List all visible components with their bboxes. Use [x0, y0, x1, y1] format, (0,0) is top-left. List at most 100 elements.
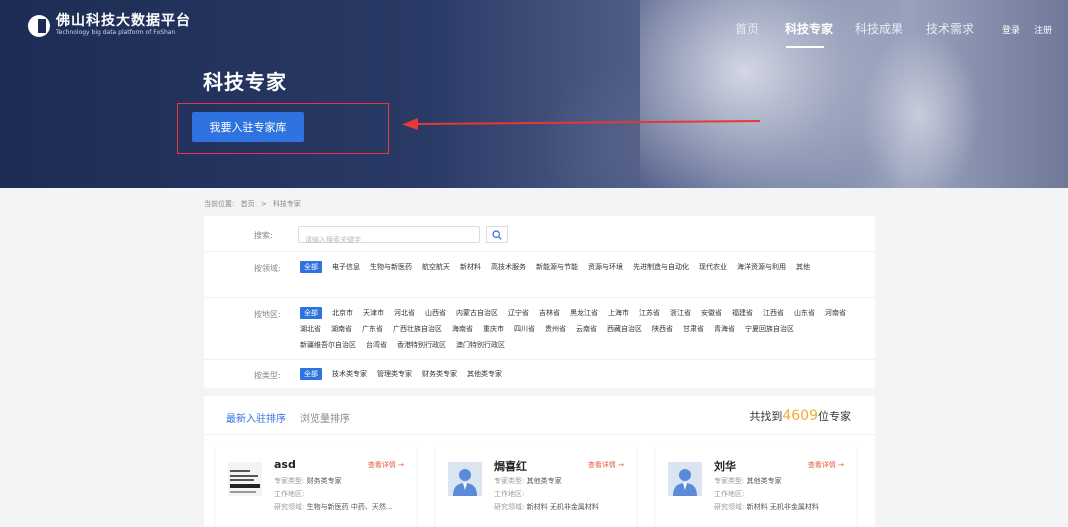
view-detail-link[interactable]: 查看详情 →: [588, 460, 624, 470]
field-tag[interactable]: 高技术服务: [491, 261, 526, 273]
expert-card[interactable]: asd 查看详情 → 专家类型: 财务类专家 工作地区: 研究领域: 生物与新医…: [216, 446, 416, 527]
expert-area-line: 工作地区:: [274, 490, 305, 498]
nav-home[interactable]: 首页: [735, 20, 759, 37]
expert-field-line: 研究领域: 新材料 无机非金属材料: [494, 503, 599, 511]
region-tag[interactable]: 上海市: [608, 307, 629, 319]
search-button[interactable]: [486, 226, 508, 243]
region-tag[interactable]: 河南省: [825, 307, 846, 319]
region-tag[interactable]: 天津市: [363, 307, 384, 319]
logo[interactable]: 佛山科技大数据平台 Technology big data platform o…: [28, 14, 191, 37]
page-title: 科技专家: [203, 70, 287, 94]
expert-name[interactable]: 焗喜红: [494, 458, 527, 474]
field-tag[interactable]: 其他: [796, 261, 810, 273]
search-field[interactable]: [298, 226, 480, 248]
region-tag[interactable]: 云南省: [576, 323, 597, 335]
region-tag[interactable]: 西藏自治区: [607, 323, 642, 335]
view-detail-link[interactable]: 查看详情 →: [368, 460, 404, 470]
region-tag[interactable]: 辽宁省: [508, 307, 529, 319]
region-tag[interactable]: 贵州省: [545, 323, 566, 335]
region-tag[interactable]: 湖北省: [300, 323, 321, 335]
divider: [204, 434, 875, 435]
type-tag[interactable]: 管理类专家: [377, 368, 412, 380]
region-tags: 全部 北京市 天津市 河北省 山西省 内蒙古自治区 辽宁省 吉林省 黑龙江省 上海市 江苏省 浙江省安…: [300, 307, 860, 355]
expert-card[interactable]: 焗喜红 查看详情 → 专家类型: 其他类专家 工作地区: 研究领域: 新材料 无…: [436, 446, 636, 527]
field-tag[interactable]: 海洋资源与利用: [737, 261, 786, 273]
region-tag[interactable]: 陕西省: [652, 323, 673, 335]
nav-tech-demand[interactable]: 技术需求: [926, 20, 974, 37]
sort-tab-views[interactable]: 浏览量排序: [300, 410, 350, 425]
region-tag[interactable]: 台湾省: [366, 339, 387, 351]
avatar-icon: [668, 462, 702, 496]
breadcrumb-current: 科技专家: [272, 200, 301, 208]
search-input[interactable]: [299, 232, 449, 248]
field-tag[interactable]: 资源与环境: [588, 261, 623, 273]
filter-panel: 搜索: 按领域: 全部电子信息生物与新医药航空航天新材料高技术服务新能源与节能资…: [204, 216, 875, 388]
expert-name[interactable]: 刘华: [714, 458, 736, 474]
field-tag[interactable]: 新材料: [460, 261, 481, 273]
type-tag[interactable]: 技术类专家: [332, 368, 367, 380]
total-suffix: 位专家: [818, 410, 851, 423]
expert-name[interactable]: asd: [274, 458, 296, 471]
type-tag[interactable]: 财务类专家: [422, 368, 457, 380]
region-tag[interactable]: 重庆市: [483, 323, 504, 335]
login-link[interactable]: 登录: [1002, 23, 1020, 36]
region-tag[interactable]: 安徽省: [701, 307, 722, 319]
field-tag[interactable]: 先进制造与自动化: [633, 261, 689, 273]
total-prefix: 共找到: [749, 410, 783, 423]
type-tag[interactable]: 全部: [300, 368, 322, 380]
expert-avatar: [228, 462, 262, 496]
breadcrumb-label: 当前位置:: [204, 200, 235, 208]
nav-experts[interactable]: 科技专家: [785, 20, 833, 37]
nav-active-indicator: [786, 46, 824, 48]
search-label: 搜索:: [254, 231, 273, 240]
nav-achievements[interactable]: 科技成果: [855, 20, 903, 37]
region-tag[interactable]: 澳门特别行政区: [456, 339, 505, 351]
region-tag[interactable]: 黑龙江省: [570, 307, 598, 319]
logo-icon: [28, 14, 50, 37]
region-tag[interactable]: 四川省: [514, 323, 535, 335]
field-tag[interactable]: 航空航天: [422, 261, 450, 273]
field-tag[interactable]: 生物与新医药: [370, 261, 412, 273]
expert-type-line: 专家类型: 财务类专家: [274, 477, 342, 485]
field-tag[interactable]: 新能源与节能: [536, 261, 578, 273]
register-link[interactable]: 注册: [1034, 23, 1052, 36]
total-count: 共找到4609位专家: [749, 408, 851, 424]
region-tag[interactable]: 甘肃省: [683, 323, 704, 335]
region-tag[interactable]: 吉林省: [539, 307, 560, 319]
region-tag[interactable]: 全部: [300, 307, 322, 319]
highlight-box: [177, 103, 389, 154]
breadcrumb-separator: >: [260, 200, 267, 208]
expert-field-line: 研究领域: 生物与新医药 中药、天然...: [274, 503, 393, 511]
region-tag[interactable]: 福建省: [732, 307, 753, 319]
region-tag[interactable]: 湖南省: [331, 323, 352, 335]
expert-list-panel: 最新入驻排序 浏览量排序 共找到4609位专家 asd 查看详情 → 专家类型:…: [204, 396, 875, 527]
region-tag[interactable]: 广西壮族自治区: [393, 323, 442, 335]
total-number: 4609: [782, 408, 818, 424]
sort-tab-newest[interactable]: 最新入驻排序: [226, 410, 286, 425]
field-tag[interactable]: 电子信息: [332, 261, 360, 273]
region-tag[interactable]: 香港特别行政区: [397, 339, 446, 351]
region-tag[interactable]: 内蒙古自治区: [456, 307, 498, 319]
region-tag[interactable]: 河北省: [394, 307, 415, 319]
expert-card[interactable]: 刘华 查看详情 → 专家类型: 其他类专家 工作地区: 研究领域: 新材料 无机…: [656, 446, 856, 527]
type-label: 按类型:: [254, 371, 281, 380]
region-tag[interactable]: 浙江省: [670, 307, 691, 319]
type-tags: 全部 技术类专家 管理类专家 财务类专家 其他类专家: [300, 368, 860, 384]
region-tag[interactable]: 江西省: [763, 307, 784, 319]
region-tag[interactable]: 广东省: [362, 323, 383, 335]
region-tag[interactable]: 新疆维吾尔自治区: [300, 339, 356, 351]
field-label: 按领域:: [254, 264, 281, 273]
region-tag[interactable]: 宁夏回族自治区: [745, 323, 794, 335]
region-tag[interactable]: 北京市: [332, 307, 353, 319]
field-tag[interactable]: 全部: [300, 261, 322, 273]
breadcrumb-home[interactable]: 首页: [241, 200, 255, 208]
region-tag[interactable]: 海南省: [452, 323, 473, 335]
field-tags: 全部 电子信息 生物与新医药 航空航天 新材料 高技术服务 新能源与节能 资源与环境 先进制造与…: [300, 261, 860, 277]
region-tag[interactable]: 山东省: [794, 307, 815, 319]
region-tag[interactable]: 青海省: [714, 323, 735, 335]
region-tag[interactable]: 山西省: [425, 307, 446, 319]
field-tag[interactable]: 现代农业: [699, 261, 727, 273]
view-detail-link[interactable]: 查看详情 →: [808, 460, 844, 470]
type-tag[interactable]: 其他类专家: [467, 368, 502, 380]
region-tag[interactable]: 江苏省: [639, 307, 660, 319]
